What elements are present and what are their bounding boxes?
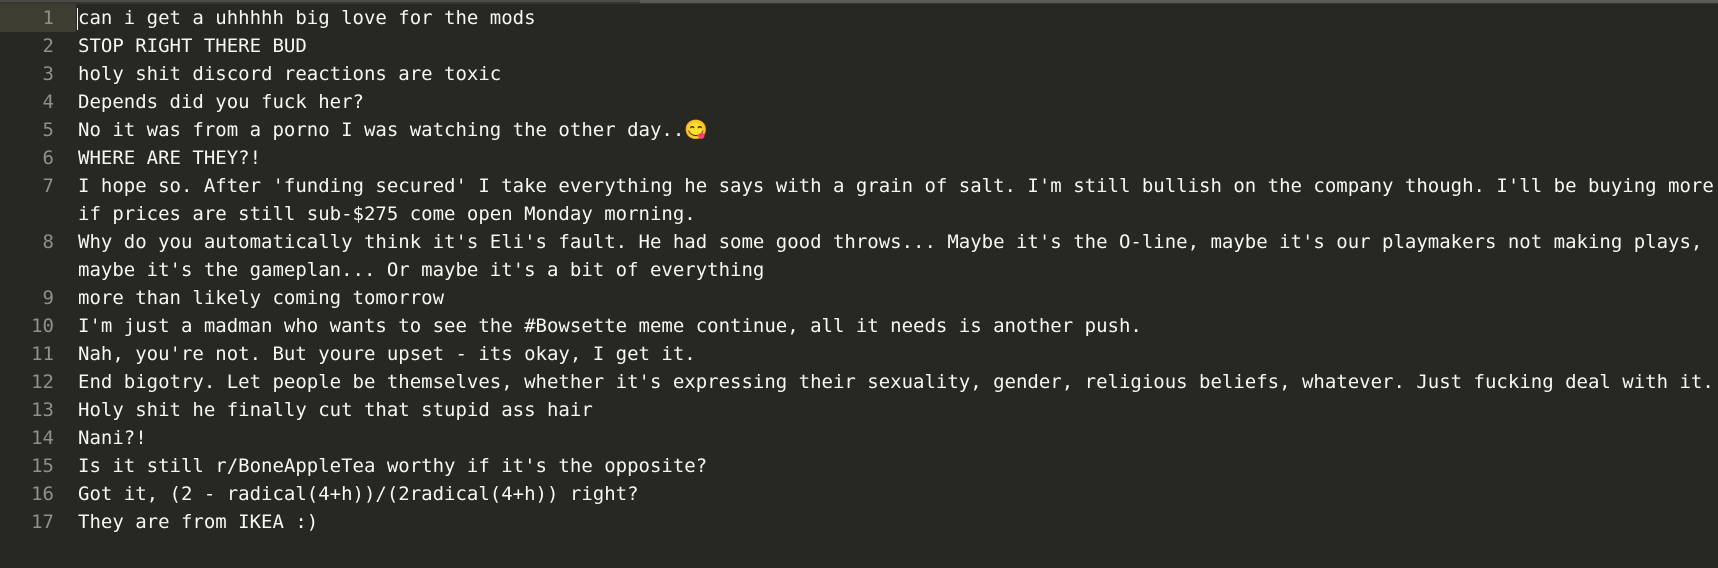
- editor-line-5[interactable]: 5 No it was from a porno I was watching …: [0, 116, 1718, 144]
- line-text[interactable]: Nani?!: [78, 424, 1714, 452]
- line-number: 3: [42, 63, 54, 85]
- line-number: 14: [31, 427, 54, 449]
- line-text[interactable]: Nah, you're not. But youre upset - its o…: [78, 340, 1714, 368]
- text-editor[interactable]: 1 can i get a uhhhhh big love for the mo…: [0, 0, 1718, 568]
- line-text[interactable]: more than likely coming tomorrow: [78, 284, 1714, 312]
- line-number: 16: [31, 483, 54, 505]
- line-text[interactable]: I hope so. After 'funding secured' I tak…: [78, 172, 1714, 228]
- line-number: 1: [42, 7, 54, 29]
- line-text[interactable]: holy shit discord reactions are toxic: [78, 60, 1714, 88]
- line-number: 4: [42, 91, 54, 113]
- line-text[interactable]: Holy shit he finally cut that stupid ass…: [78, 396, 1714, 424]
- line-number: 11: [31, 343, 54, 365]
- editor-line-6[interactable]: 6 WHERE ARE THEY?!: [0, 144, 1718, 172]
- line-text[interactable]: I'm just a madman who wants to see the #…: [78, 312, 1714, 340]
- line-text[interactable]: End bigotry. Let people be themselves, w…: [78, 368, 1714, 396]
- line-number: 17: [31, 511, 54, 533]
- line-number: 12: [31, 371, 54, 393]
- editor-line-10[interactable]: 10 I'm just a madman who wants to see th…: [0, 312, 1718, 340]
- line-number: 5: [42, 119, 54, 141]
- line-text[interactable]: STOP RIGHT THERE BUD: [78, 32, 1714, 60]
- line-text[interactable]: WHERE ARE THEY?!: [78, 144, 1714, 172]
- editor-line-3[interactable]: 3 holy shit discord reactions are toxic: [0, 60, 1718, 88]
- horizontal-scrollbar[interactable]: [640, 0, 1718, 3]
- editor-line-2[interactable]: 2 STOP RIGHT THERE BUD: [0, 32, 1718, 60]
- line-number: 9: [42, 287, 54, 309]
- editor-line-1[interactable]: 1 can i get a uhhhhh big love for the mo…: [0, 4, 1718, 32]
- editor-line-17[interactable]: 17 They are from IKEA :): [0, 508, 1718, 536]
- editor-line-12[interactable]: 12 End bigotry. Let people be themselves…: [0, 368, 1718, 396]
- editor-line-14[interactable]: 14 Nani?!: [0, 424, 1718, 452]
- line-number: 6: [42, 147, 54, 169]
- line-text[interactable]: Why do you automatically think it's Eli'…: [78, 228, 1714, 284]
- editor-lines: 1 can i get a uhhhhh big love for the mo…: [0, 4, 1718, 536]
- line-number: 7: [42, 175, 54, 197]
- line-number: 8: [42, 231, 54, 253]
- editor-line-11[interactable]: 11 Nah, you're not. But youre upset - it…: [0, 340, 1718, 368]
- line-number: 2: [42, 35, 54, 57]
- line-text[interactable]: They are from IKEA :): [78, 508, 1714, 536]
- line-number: 13: [31, 399, 54, 421]
- line-text[interactable]: No it was from a porno I was watching th…: [78, 116, 1714, 144]
- line-text[interactable]: Got it, (2 - radical(4+h))/(2radical(4+h…: [78, 480, 1714, 508]
- text-caret: [77, 8, 78, 30]
- line-text[interactable]: Is it still r/BoneAppleTea worthy if it'…: [78, 452, 1714, 480]
- editor-line-8[interactable]: 8 Why do you automatically think it's El…: [0, 228, 1718, 284]
- line-text[interactable]: can i get a uhhhhh big love for the mods: [78, 4, 1714, 32]
- editor-line-16[interactable]: 16 Got it, (2 - radical(4+h))/(2radical(…: [0, 480, 1718, 508]
- editor-line-7[interactable]: 7 I hope so. After 'funding secured' I t…: [0, 172, 1718, 228]
- editor-line-4[interactable]: 4 Depends did you fuck her?: [0, 88, 1718, 116]
- line-text[interactable]: Depends did you fuck her?: [78, 88, 1714, 116]
- editor-line-9[interactable]: 9 more than likely coming tomorrow: [0, 284, 1718, 312]
- editor-line-13[interactable]: 13 Holy shit he finally cut that stupid …: [0, 396, 1718, 424]
- line-number: 10: [31, 315, 54, 337]
- editor-line-15[interactable]: 15 Is it still r/BoneAppleTea worthy if …: [0, 452, 1718, 480]
- line-number: 15: [31, 455, 54, 477]
